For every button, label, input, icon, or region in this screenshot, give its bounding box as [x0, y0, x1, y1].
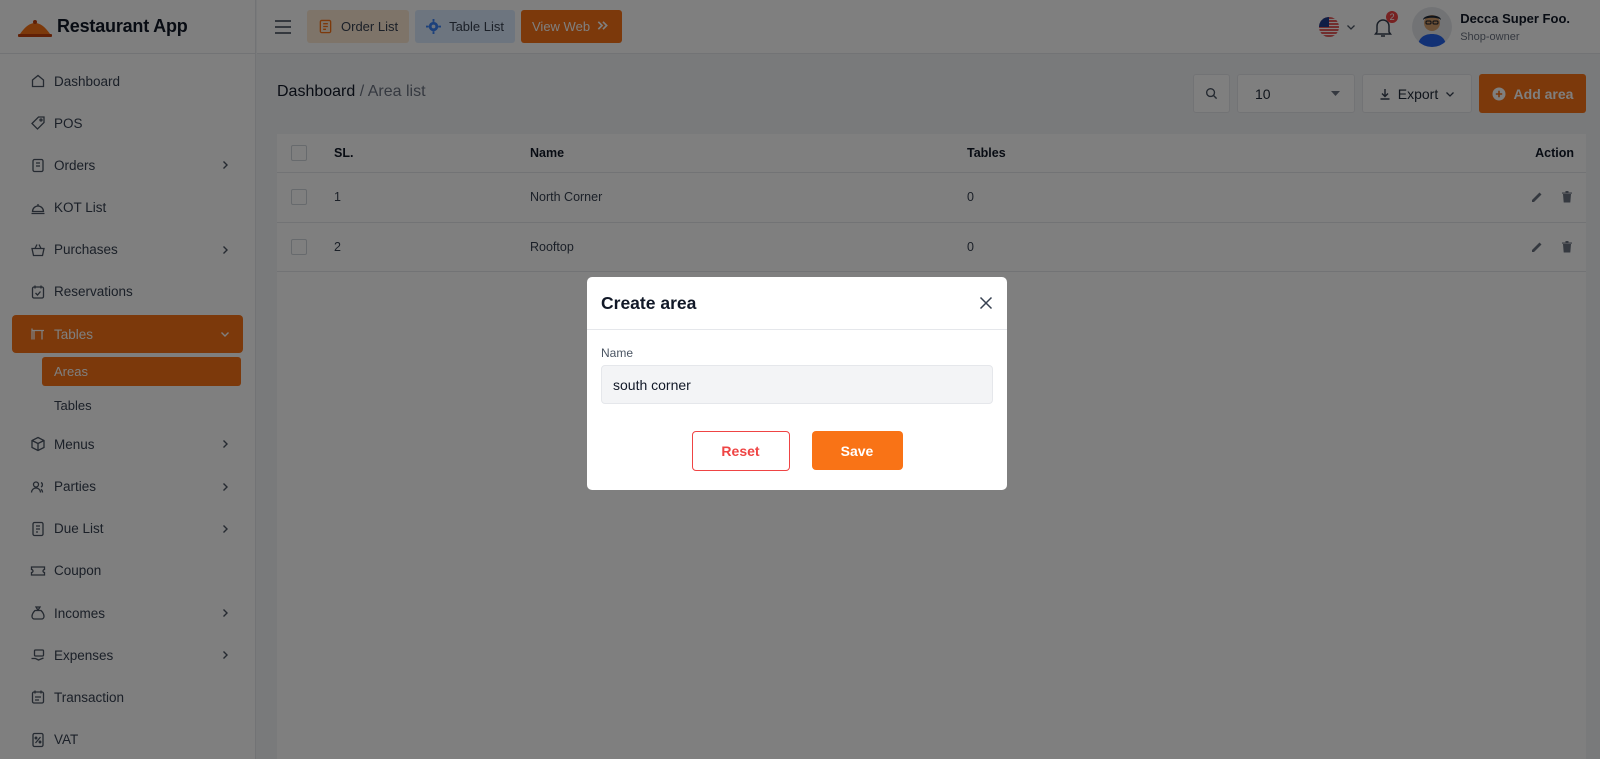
modal-body: Name Reset Save	[587, 330, 1007, 471]
modal-title: Create area	[601, 292, 697, 313]
save-button[interactable]: Save	[811, 431, 903, 470]
name-input[interactable]	[601, 365, 993, 404]
close-icon[interactable]	[979, 296, 993, 310]
reset-button[interactable]: Reset	[691, 431, 790, 471]
modal-header: Create area	[587, 277, 1007, 330]
name-field-label: Name	[601, 346, 634, 360]
modal-actions: Reset Save	[601, 431, 993, 471]
create-area-modal: Create area Name Reset Save	[587, 277, 1007, 490]
